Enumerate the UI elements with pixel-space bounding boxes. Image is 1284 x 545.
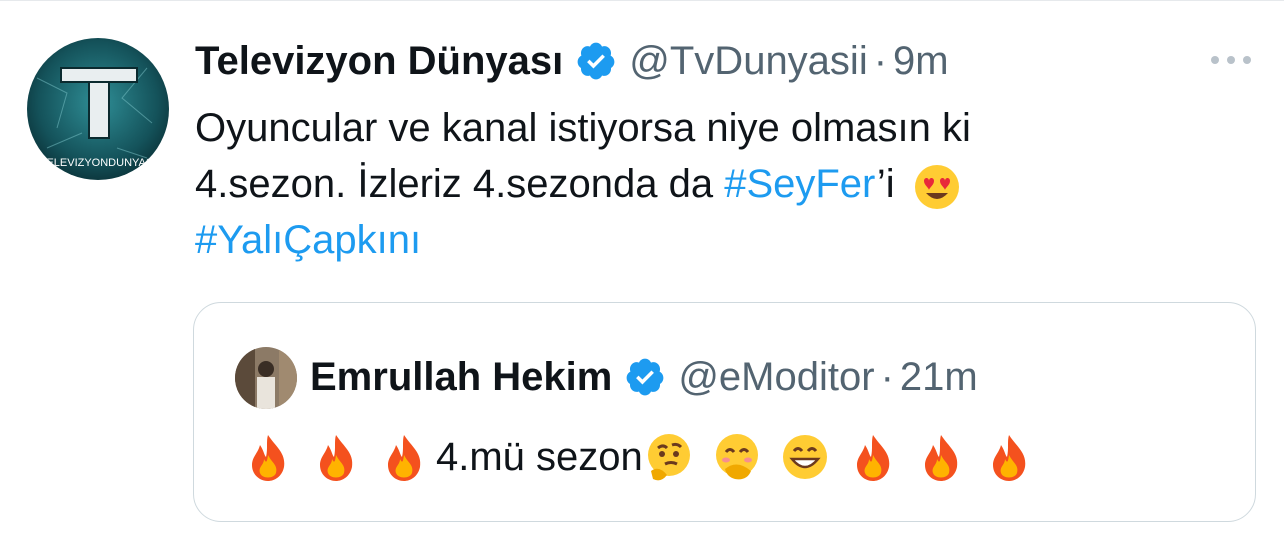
tweet-text-suffix: ’i bbox=[876, 162, 895, 206]
verified-badge-icon bbox=[575, 40, 617, 82]
fire-emoji-icon bbox=[983, 431, 1035, 483]
hand-over-mouth-emoji-icon bbox=[711, 431, 763, 483]
timestamp[interactable]: 9m bbox=[893, 39, 949, 84]
tweet[interactable]: TELEVIZYONDUNYASI Televizyon Dünyası @Tv… bbox=[0, 0, 1284, 545]
fire-emoji-icon bbox=[378, 431, 430, 483]
quote-text-body: 4.mü sezon bbox=[436, 435, 643, 479]
fire-emoji-icon bbox=[915, 431, 967, 483]
heart-eyes-emoji-icon bbox=[911, 160, 963, 212]
quote-display-name[interactable]: Emrullah Hekim bbox=[310, 355, 612, 400]
grinning-emoji-icon bbox=[779, 431, 831, 483]
tweet-text-line-2: 4.sezon. İzleriz 4.sezonda da #SeyFer’i bbox=[195, 156, 1235, 212]
tweet-header: Televizyon Dünyası @TvDunyasii · 9m bbox=[195, 36, 949, 86]
quote-text: 4.mü sezon bbox=[242, 427, 1035, 487]
avatar[interactable]: TELEVIZYONDUNYASI bbox=[27, 38, 169, 180]
avatar-text: TELEVIZYONDUNYASI bbox=[40, 157, 157, 169]
hashtag-yalicapkini[interactable]: #YalıÇapkını bbox=[195, 212, 1235, 268]
fire-emoji-icon bbox=[847, 431, 899, 483]
hashtag-seyfer[interactable]: #SeyFer bbox=[724, 162, 877, 206]
more-dots-icon[interactable] bbox=[1207, 46, 1255, 74]
tweet-text-line-1: Oyuncular ve kanal istiyorsa niye olması… bbox=[195, 106, 971, 150]
quote-handle[interactable]: @eModitor bbox=[678, 355, 874, 400]
fire-emoji-icon bbox=[310, 431, 362, 483]
separator-dot: · bbox=[873, 38, 888, 83]
verified-badge-icon bbox=[624, 356, 666, 398]
quote-avatar[interactable] bbox=[235, 347, 297, 409]
tweet-text-part: 4.sezon. İzleriz 4.sezonda da bbox=[195, 162, 725, 206]
quote-header: Emrullah Hekim @eModitor · 21m bbox=[310, 351, 978, 403]
handle[interactable]: @TvDunyasii bbox=[629, 39, 867, 84]
quoted-tweet[interactable]: Emrullah Hekim @eModitor · 21m 4.mü sezo… bbox=[193, 302, 1256, 522]
thinking-emoji-icon bbox=[643, 431, 695, 483]
tweet-text: Oyuncular ve kanal istiyorsa niye olması… bbox=[195, 100, 1235, 268]
separator-dot: · bbox=[880, 354, 894, 399]
quote-timestamp[interactable]: 21m bbox=[900, 355, 978, 400]
fire-emoji-icon bbox=[242, 431, 294, 483]
display-name[interactable]: Televizyon Dünyası bbox=[195, 39, 563, 84]
